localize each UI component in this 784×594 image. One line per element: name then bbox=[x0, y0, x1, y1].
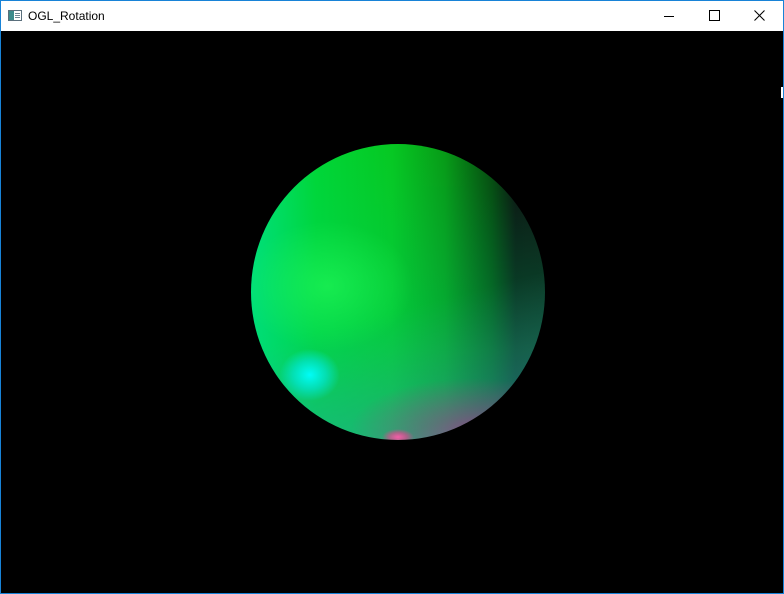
close-icon bbox=[754, 10, 765, 21]
maximize-button[interactable] bbox=[691, 1, 737, 31]
window-title: OGL_Rotation bbox=[28, 9, 105, 23]
title-bar[interactable]: OGL_Rotation bbox=[1, 1, 783, 31]
maximize-icon bbox=[709, 10, 720, 21]
minimize-icon bbox=[664, 16, 674, 17]
viewport-edge-artifact bbox=[781, 87, 783, 98]
app-window-icon[interactable] bbox=[8, 10, 22, 21]
app-window: OGL_Rotation bbox=[0, 0, 784, 594]
opengl-viewport[interactable] bbox=[1, 31, 783, 593]
shaded-sphere bbox=[251, 144, 545, 440]
close-button[interactable] bbox=[737, 1, 783, 31]
minimize-button[interactable] bbox=[645, 1, 691, 31]
